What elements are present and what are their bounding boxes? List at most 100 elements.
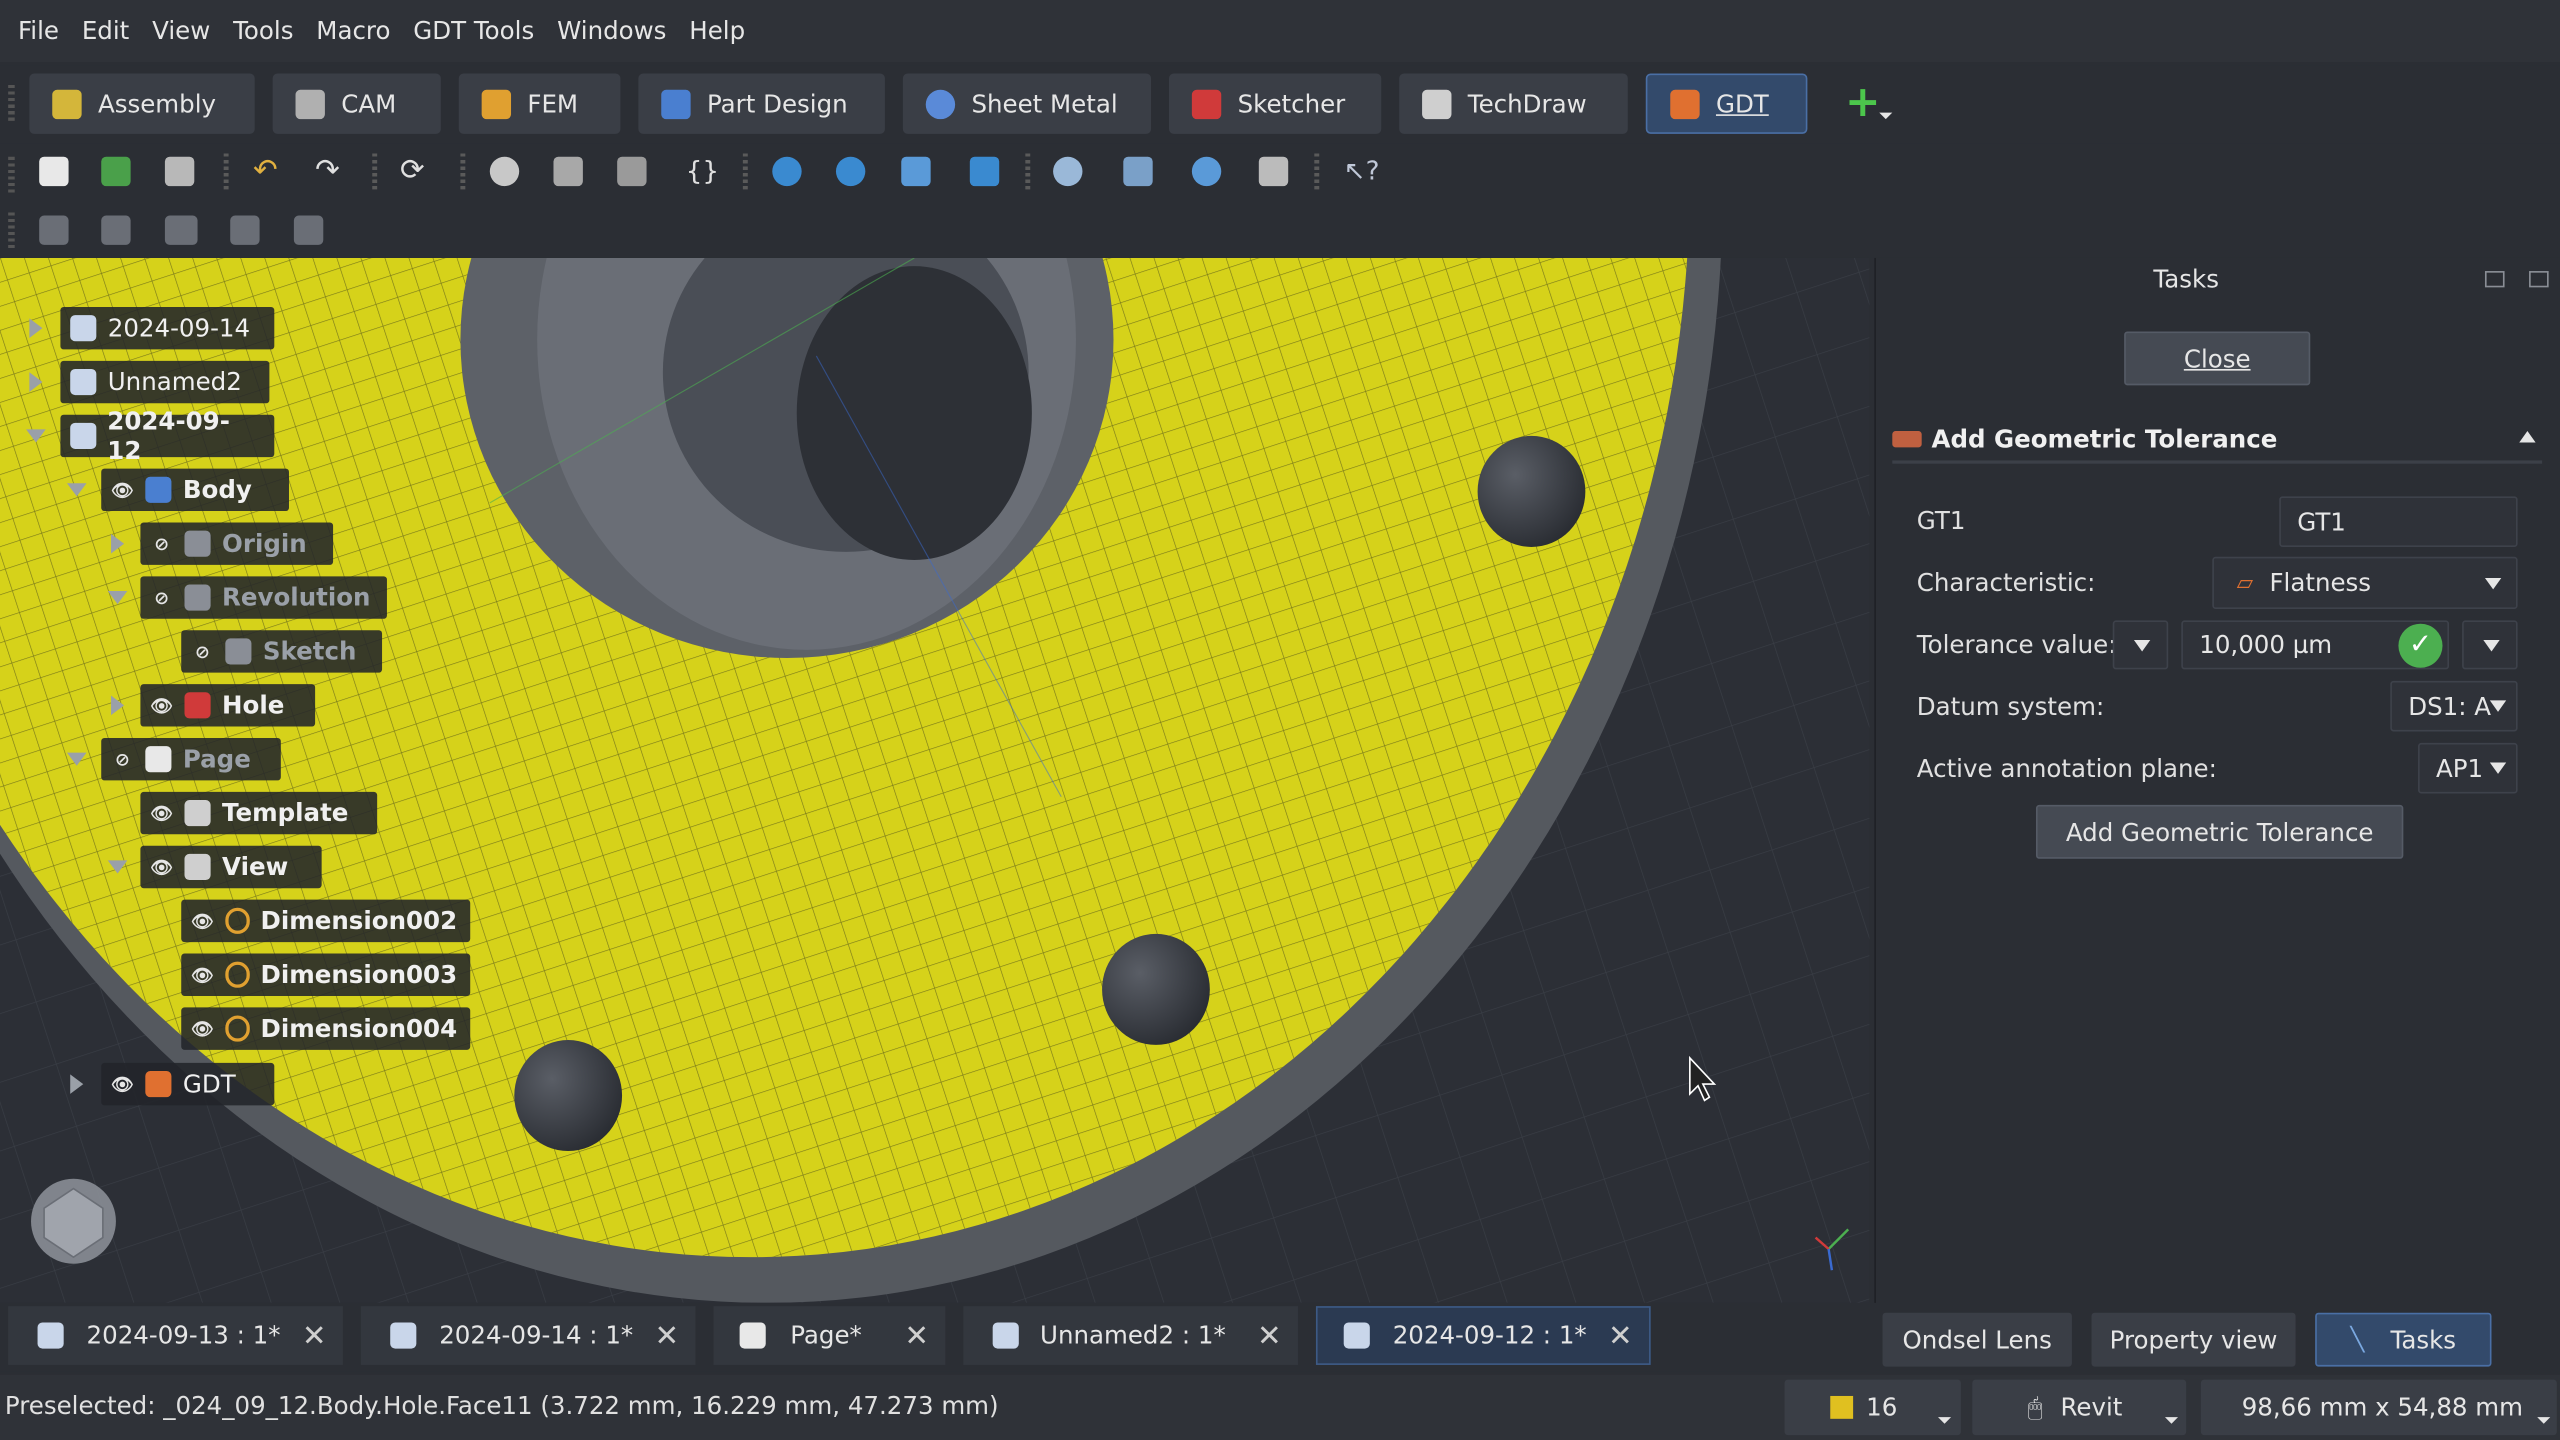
collapse-arrow-icon[interactable] — [107, 860, 128, 874]
collapse-arrow-icon[interactable] — [26, 429, 46, 443]
eye-icon[interactable]: 👁 — [150, 802, 173, 823]
dimension-icon[interactable] — [1258, 156, 1289, 187]
doc-tab-2024-09-13[interactable]: 2024-09-13 : 1* ✕ — [8, 1306, 343, 1365]
expand-arrow-icon[interactable] — [111, 695, 125, 716]
tab-property-view[interactable]: Property view — [2091, 1312, 2296, 1367]
tree-item-hole[interactable]: 👁 Hole — [140, 684, 316, 727]
float-icon[interactable] — [2484, 271, 2505, 288]
collapse-section-icon[interactable] — [2519, 431, 2536, 443]
add-geometric-tolerance-button[interactable]: Add Geometric Tolerance — [2035, 804, 2404, 859]
doc-tab-unnamed2[interactable]: Unnamed2 : 1* ✕ — [963, 1306, 1298, 1365]
new-document-icon[interactable] — [39, 156, 69, 187]
menu-help[interactable]: Help — [678, 16, 757, 45]
toolbar-grip[interactable] — [8, 156, 15, 193]
expand-arrow-icon[interactable] — [111, 533, 125, 554]
group-icon[interactable] — [553, 156, 583, 187]
close-button[interactable]: Close — [2124, 331, 2311, 386]
dimension-display-button[interactable]: 98,66 mm x 54,88 mm — [2200, 1379, 2557, 1436]
eye-icon[interactable]: 👁 — [191, 964, 214, 985]
tree-item-dimension004[interactable]: 👁 Dimension004 — [181, 1007, 471, 1050]
link-icon[interactable] — [617, 156, 647, 187]
3d-view[interactable]: 2024-09-14 Unnamed2 2024-09-12 👁 Body ⊘ — [0, 257, 1870, 1303]
variable-set-icon[interactable]: {} — [686, 156, 719, 186]
tolerance-suffix-select[interactable] — [2462, 620, 2518, 670]
tolerance-modifier-select[interactable] — [2112, 620, 2169, 670]
close-tab-icon[interactable]: ✕ — [904, 1318, 929, 1352]
tree-item-page[interactable]: ⊘ Page — [101, 737, 281, 781]
annotation-plane-select[interactable]: AP1 — [2418, 742, 2518, 794]
menu-view[interactable]: View — [141, 16, 222, 45]
close-tab-icon[interactable]: ✕ — [1257, 1318, 1282, 1352]
select-box-icon[interactable] — [969, 156, 1000, 187]
menu-edit[interactable]: Edit — [70, 16, 140, 45]
annotation-plane-icon[interactable] — [39, 215, 69, 245]
menu-macro[interactable]: Macro — [305, 16, 402, 45]
undo-icon[interactable]: ↶ — [253, 156, 282, 186]
geometric-tolerance-icon[interactable] — [230, 215, 260, 245]
tree-item-gdt[interactable]: 👁 GDT — [101, 1062, 275, 1106]
close-tab-icon[interactable]: ✕ — [302, 1318, 327, 1352]
workbench-gdt[interactable]: GDT — [1645, 73, 1808, 134]
close-tab-icon[interactable]: ✕ — [655, 1318, 680, 1352]
tree-doc-unnamed2[interactable]: Unnamed2 — [60, 360, 270, 404]
tab-tasks[interactable]: ╲ Tasks — [2315, 1312, 2492, 1367]
tree-doc-2024-09-12[interactable]: 2024-09-12 — [60, 407, 275, 465]
datum-system-icon[interactable] — [164, 215, 198, 245]
tree-item-revolution[interactable]: ⊘ Revolution — [140, 576, 387, 619]
workbench-sheet-metal[interactable]: Sheet Metal — [902, 73, 1152, 134]
whats-this-icon[interactable]: ↖? — [1344, 156, 1380, 186]
expand-arrow-icon[interactable] — [70, 1074, 84, 1094]
tab-ondsel-lens[interactable]: Ondsel Lens — [1882, 1312, 2072, 1367]
fit-all-icon[interactable] — [772, 156, 802, 187]
tree-item-origin[interactable]: ⊘ Origin — [140, 522, 334, 565]
isometric-view-icon[interactable] — [901, 156, 931, 187]
hidden-eye-icon[interactable]: ⊘ — [150, 587, 173, 608]
workbench-sketcher[interactable]: Sketcher — [1169, 73, 1382, 134]
annotation-icon[interactable] — [293, 215, 324, 245]
tree-item-sketch[interactable]: ⊘ Sketch — [181, 630, 383, 673]
menu-tools[interactable]: Tools — [222, 16, 305, 45]
tree-item-dimension002[interactable]: 👁 Dimension002 — [181, 899, 471, 943]
eye-icon[interactable]: 👁 — [150, 856, 173, 877]
workbench-cam[interactable]: CAM — [272, 73, 441, 134]
menu-windows[interactable]: Windows — [546, 16, 678, 45]
workbench-fem[interactable]: FEM — [458, 73, 621, 134]
navigation-style-button[interactable]: 🖱 Revit — [1972, 1379, 2187, 1436]
workbench-assembly[interactable]: Assembly — [29, 73, 255, 134]
add-geometric-tolerance-section[interactable]: Add Geometric Tolerance — [1892, 418, 2543, 464]
eye-icon[interactable]: 👁 — [191, 1018, 214, 1039]
doc-tab-2024-09-12[interactable]: 2024-09-12 : 1* ✕ — [1315, 1306, 1651, 1365]
collapse-arrow-icon[interactable] — [107, 591, 128, 605]
menu-file[interactable]: File — [7, 16, 71, 45]
menu-gdt-tools[interactable]: GDT Tools — [402, 16, 546, 45]
tree-item-template[interactable]: 👁 Template — [140, 791, 378, 835]
selection-count-button[interactable]: 16 — [1784, 1379, 1961, 1436]
redo-icon[interactable]: ↷ — [315, 156, 344, 186]
expand-arrow-icon[interactable] — [29, 372, 43, 392]
open-document-icon[interactable] — [101, 156, 131, 187]
add-workbench-icon[interactable]: + — [1845, 78, 1881, 127]
tree-doc-2024-09-14[interactable]: 2024-09-14 — [60, 306, 275, 350]
collapse-arrow-icon[interactable] — [66, 483, 87, 497]
toolbar-grip[interactable] — [8, 84, 15, 121]
workbench-techdraw[interactable]: TechDraw — [1399, 73, 1628, 134]
refresh-icon[interactable]: ⟳ — [400, 156, 429, 186]
bounding-box-icon[interactable] — [1123, 156, 1153, 187]
fit-selection-icon[interactable] — [835, 156, 866, 187]
model-canvas[interactable] — [0, 257, 1870, 1303]
eye-icon[interactable]: 👁 — [150, 695, 173, 716]
name-field[interactable]: GT1 — [2279, 496, 2518, 547]
expand-arrow-icon[interactable] — [29, 318, 43, 338]
doc-tab-2024-09-14[interactable]: 2024-09-14 : 1* ✕ — [360, 1306, 696, 1365]
hidden-eye-icon[interactable]: ⊘ — [111, 749, 134, 770]
save-icon[interactable] — [164, 156, 195, 187]
collapse-arrow-icon[interactable] — [66, 752, 87, 766]
close-tab-icon[interactable]: ✕ — [1608, 1318, 1633, 1352]
draw-style-icon[interactable] — [1053, 156, 1083, 187]
tree-item-dimension003[interactable]: 👁 Dimension003 — [181, 953, 471, 996]
add-workbench-dropdown-icon[interactable] — [1879, 112, 1893, 120]
eye-icon[interactable]: 👁 — [111, 1074, 134, 1095]
measure-icon[interactable] — [1191, 156, 1222, 187]
part-icon[interactable] — [489, 156, 520, 187]
datum-system-select[interactable]: DS1: A — [2390, 680, 2518, 732]
